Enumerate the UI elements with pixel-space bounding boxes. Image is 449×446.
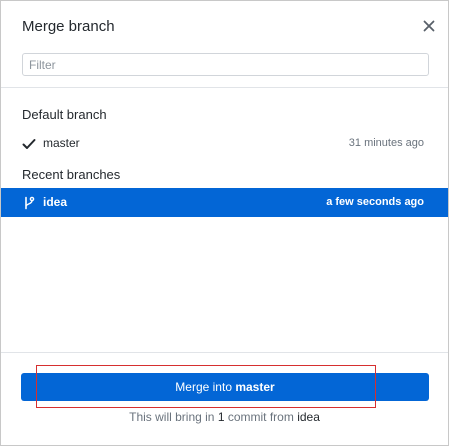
merge-summary-middle: commit from <box>224 410 298 424</box>
dialog-header: Merge branch <box>1 1 448 88</box>
commit-count: 1 <box>217 410 225 424</box>
branch-time: 31 minutes ago <box>348 137 424 149</box>
branch-row-idea[interactable]: idea a few seconds ago <box>1 188 448 217</box>
branch-name: idea <box>43 195 68 209</box>
git-branch-icon <box>22 196 36 210</box>
branch-name: master <box>43 136 80 150</box>
recent-branches-heading: Recent branches <box>22 167 121 182</box>
default-branch-heading: Default branch <box>22 107 107 122</box>
branch-row-master[interactable]: master 31 minutes ago <box>1 129 448 158</box>
merge-summary: This will bring in 1 commit from idea <box>1 410 448 424</box>
close-icon <box>421 18 437 34</box>
dialog-footer: Merge into master This will bring in 1 c… <box>1 352 448 446</box>
filter-input[interactable] <box>22 53 429 76</box>
source-branch: idea <box>297 410 320 424</box>
branch-time: a few seconds ago <box>326 196 424 208</box>
merge-summary-prefix: This will bring in <box>129 410 218 424</box>
merge-target-branch: master <box>235 380 275 394</box>
check-icon <box>22 137 36 151</box>
close-button[interactable] <box>421 18 437 34</box>
merge-branch-dialog: Merge branch Default branch master 31 mi… <box>0 0 449 446</box>
merge-button-label: Merge into <box>175 380 236 394</box>
merge-button[interactable]: Merge into master <box>21 373 429 401</box>
dialog-title: Merge branch <box>22 18 115 35</box>
